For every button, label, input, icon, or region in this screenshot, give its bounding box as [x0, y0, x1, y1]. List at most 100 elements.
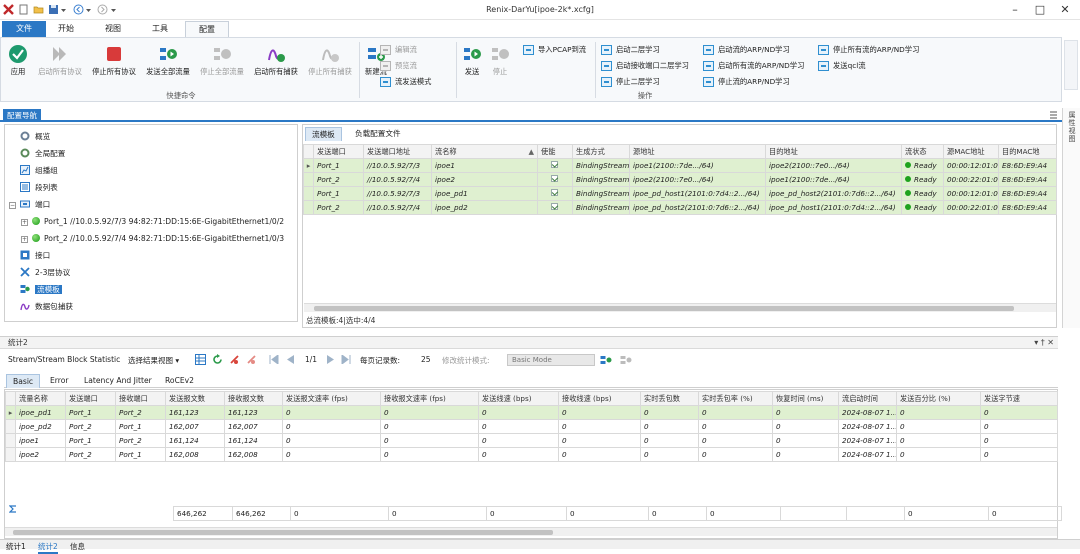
column-header[interactable]: 发送百分比 (%): [896, 391, 981, 406]
panel-pin-controls[interactable]: ▾ † ✕: [1034, 337, 1054, 349]
column-header[interactable]: 流量名称: [15, 391, 66, 406]
refresh-icon[interactable]: [212, 354, 223, 365]
start-all-stream-arp-nd-button[interactable]: 启动所有流的ARP/ND学习: [703, 60, 804, 72]
column-header[interactable]: 接收线速 (bps): [558, 391, 641, 406]
tab-stats-2[interactable]: 统计2: [38, 541, 58, 554]
column-header[interactable]: 发送端口: [313, 144, 364, 159]
tab-stream-template[interactable]: 流模板: [305, 127, 342, 141]
column-header[interactable]: 发送端口地址: [363, 144, 432, 159]
enable-checkbox[interactable]: [551, 189, 558, 196]
column-header[interactable]: 源MAC地址: [943, 144, 999, 159]
column-header[interactable]: 发送端口: [65, 391, 116, 406]
enable-checkbox[interactable]: [551, 203, 558, 210]
maximize-button[interactable]: □: [1028, 2, 1052, 17]
stop-stream-arp-nd-button[interactable]: 停止流的ARP/ND学习: [703, 76, 790, 88]
column-header[interactable]: 流启动时间: [838, 391, 897, 406]
column-header[interactable]: 使能: [537, 144, 573, 159]
table-row[interactable]: ▸ Port_1 //10.0.5.92/7/3 ipoe1 BindingSt…: [303, 158, 1057, 173]
tab-tools[interactable]: 工具: [142, 21, 178, 37]
next-page-icon[interactable]: [326, 355, 335, 364]
apply-button[interactable]: 应用: [3, 44, 33, 77]
send-button[interactable]: 发送: [459, 44, 485, 77]
tab-basic[interactable]: Basic: [6, 374, 41, 388]
edit-stream-button[interactable]: 编辑流: [380, 44, 417, 56]
column-header[interactable]: 发送报文数: [165, 391, 225, 406]
table-row[interactable]: Port_2 //10.0.5.92/7/4 ipoe_pd2 BindingS…: [303, 200, 1057, 215]
prev-page-icon[interactable]: [286, 355, 295, 364]
expand-icon[interactable]: +: [21, 219, 28, 226]
start-stream-arp-nd-button[interactable]: 启动流的ARP/ND学习: [703, 44, 790, 56]
table-row[interactable]: Port_1 //10.0.5.92/7/3 ipoe_pd1 BindingS…: [303, 186, 1057, 201]
close-button[interactable]: ✕: [1053, 2, 1077, 17]
column-header[interactable]: 源地址: [629, 144, 766, 159]
column-header[interactable]: 接收报文速率 (fps): [380, 391, 479, 406]
start-rx-port-l2-learning-button[interactable]: 启动接收端口二层学习: [601, 60, 689, 72]
stream-send-mode-button[interactable]: 流发送模式: [380, 76, 431, 88]
last-page-icon[interactable]: [341, 355, 351, 364]
enable-checkbox[interactable]: [551, 161, 558, 168]
collapse-icon[interactable]: −: [9, 202, 16, 209]
tab-stats-1[interactable]: 统计1: [6, 541, 26, 552]
config-nav-tab[interactable]: 配置导航: [3, 109, 41, 122]
stats-mode-dropdown[interactable]: Basic Mode: [507, 354, 595, 366]
clear-stats-icon[interactable]: [229, 354, 240, 365]
table-row[interactable]: ipoe_pd2 Port_2 Port_1 162,007 162,007 0 0 0 0 0 0…: [5, 419, 1058, 434]
tree-item-overview[interactable]: 概览: [20, 130, 50, 144]
tab-load-profile[interactable]: 负载配置文件: [349, 127, 407, 141]
tree-item-multicast-group[interactable]: 组播组: [20, 164, 58, 178]
column-header[interactable]: 流名称 ▲: [431, 144, 538, 159]
column-header[interactable]: 流状态: [901, 144, 944, 159]
column-header[interactable]: 接收报文数: [224, 391, 283, 406]
preview-stream-button[interactable]: 预览流: [380, 60, 417, 72]
import-pcap-button[interactable]: 导入PCAP到流: [523, 44, 586, 56]
tree-item-port-2[interactable]: + Port_2 //10.0.5.92/7/4 94:82:71:DD:15:6…: [21, 232, 284, 246]
tree-item-ports[interactable]: − 端口: [9, 198, 50, 212]
stop-button[interactable]: 停止: [487, 44, 513, 77]
table-row[interactable]: ipoe2 Port_2 Port_1 162,008 162,008 0 0 0 0 0 0 0 20…: [5, 447, 1058, 462]
column-header[interactable]: 实时丢包数: [640, 391, 699, 406]
tab-file[interactable]: 文件: [2, 21, 46, 37]
stop-all-traffic-button[interactable]: 停止全部流量: [195, 44, 249, 77]
tree-item-stream-template[interactable]: 流模板: [20, 283, 62, 297]
expand-icon[interactable]: +: [21, 236, 28, 243]
tree-item-segment-list[interactable]: 段列表: [20, 181, 58, 195]
column-header[interactable]: 恢复时间 (ms): [772, 391, 839, 406]
tab-view[interactable]: 视图: [95, 21, 131, 37]
tree-item-interface[interactable]: 接口: [20, 249, 50, 263]
stats-settings-icon[interactable]: [600, 354, 612, 365]
scroll-thumb[interactable]: [13, 530, 553, 535]
column-header[interactable]: 生成方式: [572, 144, 630, 159]
tree-item-port-1[interactable]: + Port_1 //10.0.5.92/7/3 94:82:71:DD:15:6…: [21, 215, 284, 229]
start-all-capture-button[interactable]: 启动所有捕获: [249, 44, 303, 77]
select-result-view-dropdown[interactable]: 选择结果视图 ▾: [128, 355, 179, 366]
tree-item-capture[interactable]: 数据包捕获: [20, 300, 73, 314]
table-row[interactable]: Port_2 //10.0.5.92/7/4 ipoe2 BindingStre…: [303, 172, 1057, 187]
column-header[interactable]: 发送线速 (bps): [478, 391, 559, 406]
tab-latency-jitter[interactable]: Latency And Jitter: [78, 374, 158, 388]
stream-table-hscroll[interactable]: [304, 303, 1056, 312]
send-all-traffic-button[interactable]: 发送全部流量: [141, 44, 195, 77]
scroll-thumb[interactable]: [314, 306, 1014, 311]
tree-item-global-config[interactable]: 全局配置: [20, 147, 65, 161]
first-page-icon[interactable]: [269, 355, 279, 364]
tree-item-protocol[interactable]: 2-3层协议: [20, 266, 70, 280]
properties-side-panel[interactable]: 属性视图: [1062, 108, 1080, 328]
records-per-page-value[interactable]: 25: [421, 355, 431, 364]
table-row[interactable]: ▸ ipoe_pd1 Port_1 Port_2 161,123 161,123 0 0 0 0…: [5, 405, 1058, 420]
stats-table-hscroll[interactable]: [5, 527, 1057, 536]
column-header[interactable]: 发送报文速率 (fps): [282, 391, 381, 406]
tab-config[interactable]: 配置: [185, 21, 229, 37]
column-header[interactable]: 目的MAC地: [998, 144, 1057, 159]
column-header[interactable]: 目的地址: [765, 144, 902, 159]
stop-all-protocols-button[interactable]: 停止所有协议: [87, 44, 141, 77]
column-header[interactable]: 实时丢包率 (%): [698, 391, 773, 406]
minimize-button[interactable]: –: [1003, 2, 1027, 17]
stats-export-icon[interactable]: [620, 354, 632, 365]
stop-all-stream-arp-nd-button[interactable]: 停止所有流的ARP/ND学习: [818, 44, 919, 56]
start-all-protocols-button[interactable]: 启动所有协议: [33, 44, 87, 77]
tab-rocev2[interactable]: RoCEv2: [159, 374, 200, 388]
enable-checkbox[interactable]: [551, 175, 558, 182]
stop-all-capture-button[interactable]: 停止所有捕获: [303, 44, 357, 77]
stop-l2-learning-button[interactable]: 停止二层学习: [601, 76, 660, 88]
column-header[interactable]: 发送字节速: [980, 391, 1058, 406]
